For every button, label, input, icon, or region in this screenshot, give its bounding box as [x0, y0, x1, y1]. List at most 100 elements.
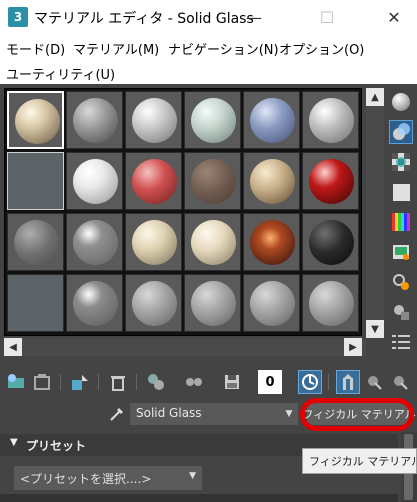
material-sphere: [73, 220, 118, 265]
sample-slot[interactable]: [184, 91, 241, 149]
go-to-parent-icon[interactable]: [362, 370, 386, 394]
menu-utilities[interactable]: ユーティリティ(U): [6, 64, 115, 83]
material-sphere: [132, 281, 177, 326]
sample-slot[interactable]: [66, 213, 123, 271]
sample-slot[interactable]: [243, 91, 300, 149]
scroll-up-arrow-icon[interactable]: ▲: [366, 88, 384, 106]
sample-slot[interactable]: [302, 213, 359, 271]
window-title: マテリアル エディタ - Solid Glass: [34, 11, 254, 27]
app-icon: 3: [8, 7, 28, 27]
title-bar: 3 マテリアル エディタ - Solid Glass — ☐ ✕: [0, 0, 417, 34]
sample-slot[interactable]: [7, 152, 64, 210]
material-sphere: [309, 98, 354, 143]
vertical-scrollbar[interactable]: ▲ ▼: [366, 88, 384, 338]
material-sphere: [191, 281, 236, 326]
eyedropper-icon[interactable]: [108, 405, 126, 423]
scroll-left-arrow-icon[interactable]: ◀: [4, 338, 22, 356]
put-to-library-icon[interactable]: [220, 370, 244, 394]
sample-slot[interactable]: [184, 152, 241, 210]
scroll-down-arrow-icon[interactable]: ▼: [366, 320, 384, 338]
highlight-annotation: [300, 398, 414, 431]
preset-dropdown-label: <プリセットを選択....>: [20, 472, 152, 486]
material-sphere: [132, 159, 177, 204]
menu-material[interactable]: マテリアル(M): [73, 39, 159, 58]
close-button[interactable]: ✕: [371, 0, 417, 34]
material-editor-panel: ▲ ▼ ◀ ▶ 0 Solid Glass ▼ フィジカル マテリアル ▼ プリ…: [0, 84, 417, 502]
menu-bar: モード(D) マテリアル(M) ナビゲーション(N) オプション(O) ユーティ…: [0, 34, 417, 84]
material-map-navigator-icon[interactable]: [389, 330, 413, 354]
sample-slot[interactable]: [243, 274, 300, 332]
material-sphere: [132, 220, 177, 265]
material-sphere: [250, 98, 295, 143]
sample-slot[interactable]: [66, 91, 123, 149]
select-by-material-icon[interactable]: [389, 300, 413, 324]
collapse-arrow-icon: ▼: [10, 437, 18, 448]
show-end-result-icon[interactable]: [336, 370, 360, 394]
sample-slot[interactable]: [7, 91, 64, 149]
scroll-right-arrow-icon[interactable]: ▶: [344, 338, 362, 356]
material-sphere: [250, 281, 295, 326]
material-id-channel-button[interactable]: 0: [258, 370, 282, 394]
menu-navigation[interactable]: ナビゲーション(N): [168, 39, 279, 58]
chevron-down-icon[interactable]: ▼: [280, 403, 298, 425]
material-sphere: [309, 159, 354, 204]
sample-slot[interactable]: [7, 213, 64, 271]
material-sphere: [15, 99, 60, 144]
material-sphere: [191, 159, 236, 204]
sample-slots-grid: [4, 88, 362, 336]
sample-slot[interactable]: [302, 274, 359, 332]
material-sphere: [250, 220, 295, 265]
sample-slot[interactable]: [125, 213, 182, 271]
options-icon[interactable]: [389, 270, 413, 294]
sample-slot[interactable]: [243, 213, 300, 271]
sample-slot[interactable]: [243, 152, 300, 210]
preset-dropdown[interactable]: <プリセットを選択....> ▼: [14, 466, 202, 490]
material-sphere: [14, 220, 59, 265]
sample-slot[interactable]: [7, 274, 64, 332]
sample-slot[interactable]: [125, 91, 182, 149]
sample-uv-tiling-icon[interactable]: [389, 180, 413, 204]
maximize-button[interactable]: ☐: [304, 0, 350, 34]
menu-mode[interactable]: モード(D): [6, 39, 65, 58]
sample-slot[interactable]: [184, 274, 241, 332]
make-material-copy-icon[interactable]: [144, 370, 168, 394]
sample-slot[interactable]: [125, 152, 182, 210]
sample-slot[interactable]: [302, 91, 359, 149]
backlight-icon[interactable]: [389, 120, 413, 144]
material-sphere: [73, 281, 118, 326]
sample-slot[interactable]: [66, 152, 123, 210]
sample-type-sphere-icon[interactable]: [389, 90, 413, 114]
material-sphere: [250, 159, 295, 204]
sample-slot[interactable]: [125, 274, 182, 332]
toolbar-divider: [328, 374, 329, 390]
make-unique-icon[interactable]: [182, 370, 206, 394]
material-sphere: [191, 98, 236, 143]
material-sphere: [191, 220, 236, 265]
material-sphere: [309, 281, 354, 326]
menu-options[interactable]: オプション(O): [279, 39, 364, 58]
minimize-button[interactable]: —: [231, 0, 277, 34]
sample-slot[interactable]: [302, 152, 359, 210]
put-material-to-scene-icon[interactable]: [30, 370, 54, 394]
go-forward-to-sibling-icon[interactable]: [388, 370, 412, 394]
chevron-down-icon: ▼: [189, 471, 196, 481]
material-sphere: [309, 220, 354, 265]
rollout-title: プリセット: [26, 439, 87, 453]
material-toolbar: 0: [0, 368, 417, 396]
material-sphere: [73, 159, 118, 204]
tooltip: フィジカル マテリアル: [302, 448, 417, 474]
make-preview-icon[interactable]: [389, 240, 413, 264]
toolbar-divider: [98, 374, 99, 390]
get-material-icon[interactable]: [4, 370, 28, 394]
video-color-check-icon[interactable]: [389, 210, 413, 234]
background-checker-icon[interactable]: [389, 150, 413, 174]
sample-slot[interactable]: [184, 213, 241, 271]
material-sphere: [73, 98, 118, 143]
material-sphere: [132, 98, 177, 143]
material-name-field[interactable]: Solid Glass: [130, 403, 298, 425]
sample-slot[interactable]: [66, 274, 123, 332]
assign-material-to-selection-icon[interactable]: [68, 370, 92, 394]
horizontal-scrollbar[interactable]: ◀ ▶: [4, 338, 366, 356]
show-shaded-material-in-viewport-icon[interactable]: [298, 370, 322, 394]
delete-icon[interactable]: [106, 370, 130, 394]
